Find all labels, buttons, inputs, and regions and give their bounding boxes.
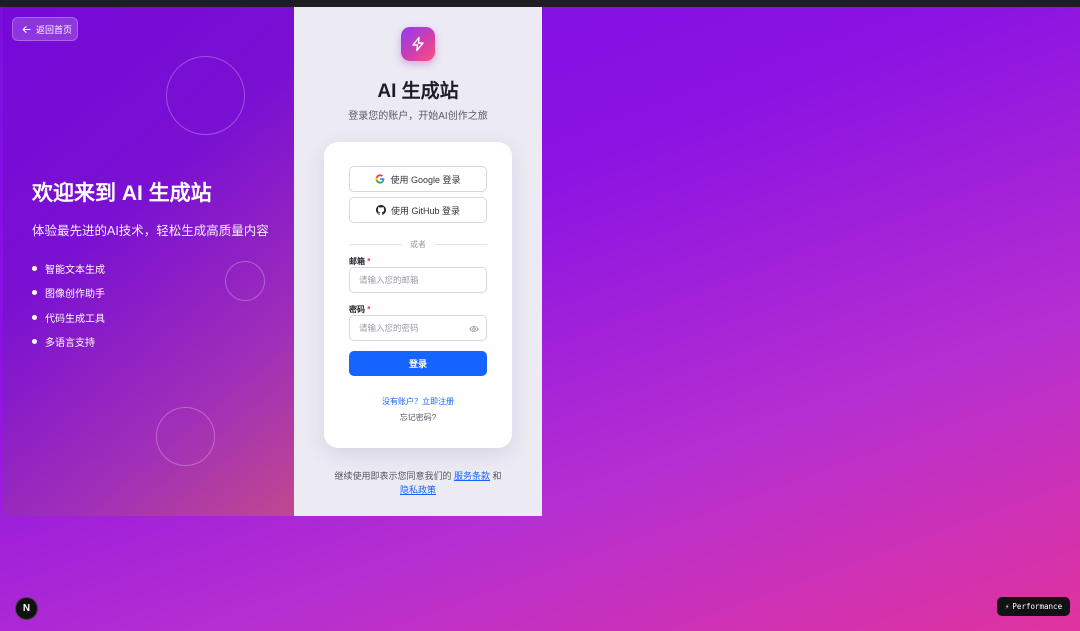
- email-placeholder: 请输入您的邮箱: [359, 275, 419, 285]
- github-login-label: 使用 GitHub 登录: [390, 205, 460, 216]
- login-card: 使用 Google 登录 使用 GitHub 登录 或者 邮箱 * 请输入您的邮…: [324, 142, 512, 448]
- feature-label: 图像创作助手: [45, 289, 105, 301]
- feature-label: 代码生成工具: [45, 313, 105, 325]
- back-home-button[interactable]: 返回首页: [12, 17, 78, 41]
- decor-circle: [166, 56, 245, 135]
- app-logo: [401, 27, 435, 61]
- terms-prefix: 继续使用即表示您同意我们的: [334, 471, 452, 481]
- password-field[interactable]: 请输入您的密码: [349, 315, 487, 341]
- welcome-panel: 返回首页 欢迎来到 AI 生成站 体验最先进的AI技术，轻松生成高质量内容 智能…: [3, 7, 294, 516]
- performance-label: Performance: [1012, 602, 1063, 611]
- welcome-title: 欢迎来到 AI 生成站: [32, 182, 212, 205]
- register-link[interactable]: 没有账户？立即注册: [324, 396, 512, 407]
- app-title: AI 生成站: [377, 81, 459, 102]
- login-panel: AI 生成站 登录您的账户，开始AI创作之旅 使用 Google 登录 使用 G…: [294, 7, 542, 516]
- feature-item: 智能文本生成: [32, 256, 105, 281]
- forgot-password-link[interactable]: 忘记密码?: [324, 412, 512, 423]
- github-icon: [375, 205, 386, 215]
- bullet-icon: [32, 290, 37, 296]
- browser-bookmarks-bar: [0, 0, 1080, 7]
- eye-icon[interactable]: [469, 324, 479, 334]
- google-icon: [375, 174, 385, 184]
- bullet-icon: [32, 339, 37, 345]
- lightning-icon: ⚡: [1004, 602, 1010, 611]
- divider-line: [434, 244, 487, 245]
- bullet-icon: [32, 265, 37, 271]
- bullet-icon: [32, 314, 37, 320]
- back-home-label: 返回首页: [36, 24, 73, 35]
- or-divider: 或者: [349, 239, 487, 250]
- lightning-icon: [412, 36, 424, 52]
- github-login-button[interactable]: 使用 GitHub 登录: [349, 197, 487, 223]
- password-placeholder: 请输入您的密码: [359, 323, 419, 333]
- performance-button[interactable]: ⚡ Performance: [997, 597, 1070, 616]
- terms-and: 和: [492, 471, 502, 481]
- email-label-text: 邮箱: [349, 257, 365, 266]
- required-mark: *: [367, 257, 371, 266]
- privacy-policy-link[interactable]: 隐私政策: [400, 485, 436, 495]
- decor-circle: [156, 407, 215, 466]
- feature-item: 代码生成工具: [32, 305, 105, 330]
- terms-of-service-link[interactable]: 服务条款: [454, 471, 490, 481]
- google-login-button[interactable]: 使用 Google 登录: [349, 166, 487, 192]
- password-label-text: 密码: [349, 305, 365, 314]
- feature-label: 智能文本生成: [45, 264, 105, 276]
- divider-label: 或者: [410, 240, 426, 249]
- login-submit-button[interactable]: 登录: [349, 351, 487, 376]
- app-subtitle: 登录您的账户，开始AI创作之旅: [348, 111, 488, 122]
- required-mark: *: [367, 305, 371, 314]
- divider-line: [349, 244, 402, 245]
- terms-notice: 继续使用即表示您同意我们的 服务条款 和 隐私政策: [294, 469, 542, 497]
- email-label: 邮箱 *: [349, 256, 370, 267]
- feature-list: 智能文本生成 图像创作助手 代码生成工具 多语言支持: [32, 256, 105, 354]
- password-label: 密码 *: [349, 304, 370, 315]
- arrow-left-icon: [22, 25, 31, 33]
- feature-item: 图像创作助手: [32, 281, 105, 306]
- decor-circle: [225, 261, 265, 301]
- feature-item: 多语言支持: [32, 330, 105, 355]
- email-field[interactable]: 请输入您的邮箱: [349, 267, 487, 293]
- google-login-label: 使用 Google 登录: [390, 174, 461, 185]
- nextjs-dev-badge[interactable]: N: [15, 597, 38, 620]
- welcome-subtitle: 体验最先进的AI技术，轻松生成高质量内容: [32, 224, 269, 238]
- feature-label: 多语言支持: [45, 338, 95, 350]
